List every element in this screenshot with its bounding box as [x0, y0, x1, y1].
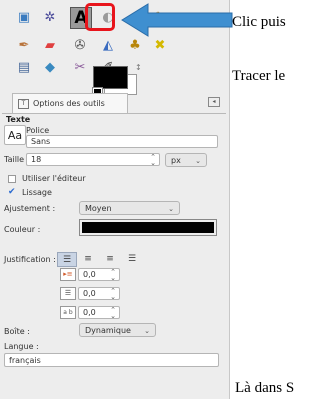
stamp-icon[interactable]: ♣ [125, 36, 145, 54]
language-input[interactable]: français [4, 353, 219, 367]
box-label: Boîte : [4, 327, 30, 336]
section-title: Texte [6, 115, 31, 124]
tab-tool-options-label: Options des outils [33, 99, 105, 108]
blur-icon[interactable]: ◆ [40, 58, 60, 76]
annotation-line-2: Tracer le [232, 68, 286, 84]
line-spacing-input[interactable]: 0,0 ⌃ ⌄ [78, 287, 120, 301]
line-spacing-spin-icon[interactable]: ⌃ ⌄ [110, 288, 116, 301]
antialias-checkbox[interactable]: ✔ [8, 188, 17, 197]
letter-spacing-icon: a b [60, 306, 76, 319]
line-spacing-icon: ☰ [60, 287, 76, 300]
hinting-value: Moyen [85, 203, 112, 213]
letter-spacing-spin-icon[interactable]: ⌃ ⌄ [110, 307, 116, 320]
use-editor-label: Utiliser l'éditeur [22, 174, 86, 183]
font-input[interactable]: Sans [26, 135, 218, 148]
pointer-arrow-shape [121, 3, 233, 37]
use-editor-checkbox[interactable] [8, 175, 16, 183]
perspective-clone-icon[interactable]: ▤ [14, 58, 34, 76]
line-spacing-value: 0,0 [83, 289, 96, 298]
font-preview-label: Aa [7, 128, 23, 142]
text-color-swatch [82, 222, 214, 233]
pointer-arrow [121, 3, 233, 37]
foreground-color-swatch[interactable] [93, 66, 128, 89]
language-label: Langue : [4, 342, 39, 351]
justify-label: Justification : [4, 255, 56, 264]
bucket-fill-icon[interactable]: ◭ [98, 36, 118, 54]
airbrush-icon[interactable]: ✇ [70, 36, 90, 54]
annotation-line-1: Clic puis [232, 14, 286, 30]
size-input[interactable]: 18 ⌃ ⌄ [26, 153, 160, 167]
size-unit-value: px [171, 155, 181, 165]
text-color-button[interactable] [79, 219, 217, 236]
size-spin-icon[interactable]: ⌃ ⌄ [150, 154, 156, 167]
font-label: Police [26, 126, 50, 135]
size-value: 18 [31, 155, 42, 164]
smudge-icon[interactable]: ✂ [70, 58, 90, 76]
justify-center-button[interactable]: ≡ [101, 252, 119, 265]
box-value: Dynamique [85, 325, 131, 335]
rect-select-icon[interactable]: ▣ [14, 8, 34, 26]
chevron-down-icon: ⌄ [168, 205, 174, 213]
fuzzy-select-icon[interactable]: ✲ [40, 8, 60, 26]
tool-options-icon: T [18, 98, 29, 109]
hinting-select[interactable]: Moyen ⌄ [79, 201, 180, 215]
tab-menu-icon[interactable]: ◂ [208, 97, 220, 107]
chevron-down-icon: ⌄ [195, 157, 201, 165]
box-select[interactable]: Dynamique ⌄ [79, 323, 156, 337]
tool-panel: ▣✲A◐▭✎✒▰✇◭♣✖▤◆✂✐ ↕ T Options des outils … [0, 0, 230, 399]
options-tab-bar: T Options des outils ◂ [2, 93, 226, 114]
tab-tool-options[interactable]: T Options des outils [12, 93, 128, 113]
letter-spacing-input[interactable]: 0,0 ⌃ ⌄ [78, 306, 120, 320]
indent-value: 0,0 [83, 270, 96, 279]
color-label: Couleur : [4, 225, 41, 234]
hinting-label: Ajustement : [4, 204, 56, 213]
antialias-label: Lissage [22, 188, 52, 197]
indent-input[interactable]: 0,0 ⌃ ⌄ [78, 268, 120, 282]
indent-spin-icon[interactable]: ⌃ ⌄ [110, 269, 116, 282]
swap-colors-icon[interactable]: ↕ [135, 63, 142, 72]
annotation-line-3: Là dans S [235, 380, 295, 396]
justify-left-button[interactable]: ☰ [57, 252, 77, 267]
justify-fill-button[interactable]: ☰ [123, 252, 141, 265]
letter-spacing-value: 0,0 [83, 308, 96, 317]
paintbrush-icon[interactable]: ✒ [14, 36, 34, 54]
font-preview-button[interactable]: Aa [4, 125, 26, 145]
size-unit-select[interactable]: px ⌄ [165, 153, 207, 167]
text-tool-highlight [85, 3, 115, 31]
justify-right-button[interactable]: ≡ [79, 252, 97, 265]
eraser-icon[interactable]: ▰ [40, 36, 60, 54]
heal-patch-icon[interactable]: ✖ [150, 36, 170, 54]
indent-icon: ▸≡ [60, 268, 76, 281]
chevron-down-icon: ⌄ [144, 327, 150, 335]
